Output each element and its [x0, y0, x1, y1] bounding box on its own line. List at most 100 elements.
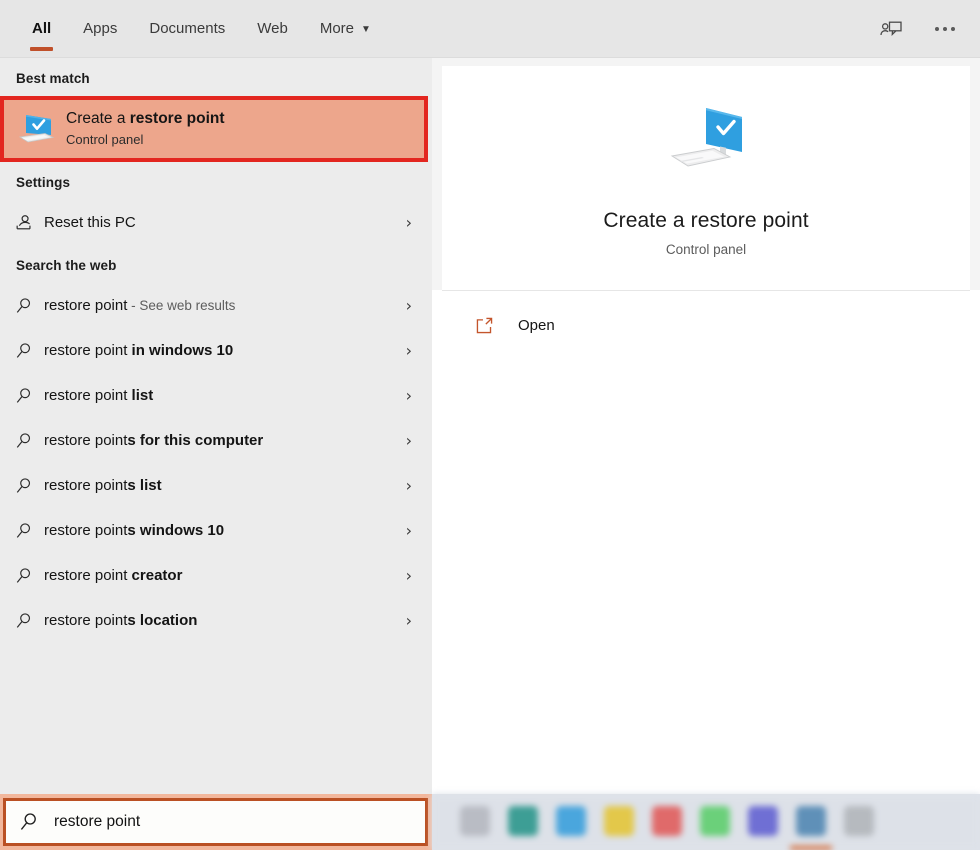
web-result-label: restore point - See web results [44, 297, 398, 314]
tab-apps-label: Apps [83, 20, 117, 37]
web-result-row[interactable]: restore point in windows 10 › [0, 328, 432, 373]
more-ellipsis-icon[interactable] [928, 12, 962, 46]
taskbar-app-2[interactable] [508, 806, 538, 836]
web-result-hint: - See web results [127, 298, 235, 313]
chevron-right-icon[interactable]: › [406, 568, 412, 584]
bottom-bar [0, 794, 980, 850]
web-result-row[interactable]: restore points for this computer › [0, 418, 432, 463]
tab-documents-label: Documents [149, 20, 225, 37]
search-box-highlight [0, 794, 432, 850]
web-result-suggestion: s location [127, 612, 197, 629]
taskbar-app-3[interactable] [556, 806, 586, 836]
section-header-search-the-web: Search the web [0, 245, 432, 283]
search-icon [14, 521, 44, 541]
action-open[interactable]: Open [432, 303, 980, 347]
windows-search-panel: All Apps Documents Web More ▼ [0, 0, 980, 850]
tabbar-actions [874, 0, 980, 57]
preview-actions: Open [432, 291, 980, 794]
tab-web[interactable]: Web [241, 0, 304, 57]
preview-pad: Create a restore point Control panel [432, 58, 980, 290]
web-result-row[interactable]: restore points list › [0, 463, 432, 508]
search-box[interactable] [3, 798, 428, 846]
web-result-suggestion: creator [132, 567, 183, 584]
search-input[interactable] [54, 813, 354, 831]
tab-apps[interactable]: Apps [67, 0, 133, 57]
web-result-label: restore point in windows 10 [44, 342, 398, 359]
tab-all-label: All [32, 20, 51, 37]
section-header-best-match: Best match [0, 58, 432, 96]
taskbar-app-4[interactable] [604, 806, 634, 836]
taskbar-app-5[interactable] [652, 806, 682, 836]
search-icon [14, 476, 44, 496]
chevron-down-icon: ▼ [361, 25, 371, 35]
taskbar-app-8[interactable] [796, 806, 826, 836]
chevron-right-icon[interactable]: › [406, 478, 412, 494]
web-result-label: restore points windows 10 [44, 522, 398, 539]
search-body: Best match [0, 58, 980, 794]
web-result-query: restore point [44, 342, 132, 359]
search-icon [14, 566, 44, 586]
chevron-right-icon[interactable]: › [406, 343, 412, 359]
search-icon [14, 611, 44, 631]
restore-point-laptop-icon [12, 106, 58, 152]
web-result-row[interactable]: restore point list› [0, 373, 432, 418]
web-result-query: restore point [44, 432, 127, 449]
best-match-title: Create a restore point [66, 110, 225, 129]
chevron-right-icon[interactable]: › [406, 523, 412, 539]
web-result-row[interactable]: restore points location › [0, 598, 432, 643]
web-results-list: restore point - See web results›restore … [0, 283, 432, 643]
web-result-row[interactable]: restore points windows 10 › [0, 508, 432, 553]
web-result-row[interactable]: restore point - See web results › [0, 283, 432, 328]
search-icon [14, 386, 44, 406]
taskbar-app-6[interactable] [700, 806, 730, 836]
preview-title: Create a restore point [603, 209, 808, 233]
search-icon [14, 431, 44, 451]
best-match-text: Create a restore point Control panel [66, 110, 225, 148]
chevron-right-icon[interactable]: › [406, 215, 412, 231]
web-result-label: restore points for this computer [44, 432, 398, 449]
best-match-title-prefix: Create a [66, 110, 130, 127]
web-result-row[interactable]: restore point creator › [0, 553, 432, 598]
web-result-label: restore points list [44, 477, 398, 494]
search-icon [14, 341, 44, 361]
results-column: Best match [0, 58, 432, 794]
taskbar-app-1[interactable] [460, 806, 490, 836]
chevron-right-icon[interactable]: › [406, 613, 412, 629]
web-result-query: restore point [44, 612, 127, 629]
web-result-suggestion: s list [127, 477, 161, 494]
chevron-right-icon[interactable]: › [406, 388, 412, 404]
search-icon [14, 296, 44, 316]
web-result-query: restore point [44, 567, 132, 584]
search-tabbar: All Apps Documents Web More ▼ [0, 0, 980, 58]
preview-card: Create a restore point Control panel [442, 66, 970, 290]
tab-web-label: Web [257, 20, 288, 37]
taskbar[interactable] [432, 794, 980, 850]
tab-documents[interactable]: Documents [133, 0, 241, 57]
tab-more-label: More [320, 20, 354, 37]
web-result-label: restore points location [44, 612, 398, 629]
search-icon [18, 811, 46, 833]
tab-more[interactable]: More ▼ [304, 0, 387, 57]
feedback-person-icon[interactable] [874, 12, 908, 46]
tab-active-underline [30, 47, 53, 51]
restore-point-monitor-icon [656, 100, 756, 191]
web-result-suggestion: in windows 10 [132, 342, 234, 359]
chevron-right-icon[interactable]: › [406, 433, 412, 449]
chevron-right-icon[interactable]: › [406, 298, 412, 314]
action-open-label: Open [518, 317, 555, 334]
best-match-title-bold: restore point [130, 110, 225, 127]
web-result-query: restore point [44, 522, 127, 539]
preview-subtitle: Control panel [666, 242, 746, 257]
tab-all[interactable]: All [16, 0, 67, 57]
settings-item-reset-this-pc[interactable]: Reset this PC › [0, 200, 432, 245]
settings-item-label: Reset this PC [44, 214, 398, 231]
ellipsis-dots [935, 27, 955, 31]
taskbar-app-9[interactable] [844, 806, 874, 836]
web-result-label: restore point creator [44, 567, 398, 584]
best-match-result[interactable]: Create a restore point Control panel [0, 96, 428, 162]
taskbar-app-7[interactable] [748, 806, 778, 836]
web-result-query: restore point [44, 387, 132, 404]
open-external-icon [474, 315, 504, 336]
taskbar-active-indicator [790, 846, 832, 850]
preview-column: Create a restore point Control panel Ope… [432, 58, 980, 794]
